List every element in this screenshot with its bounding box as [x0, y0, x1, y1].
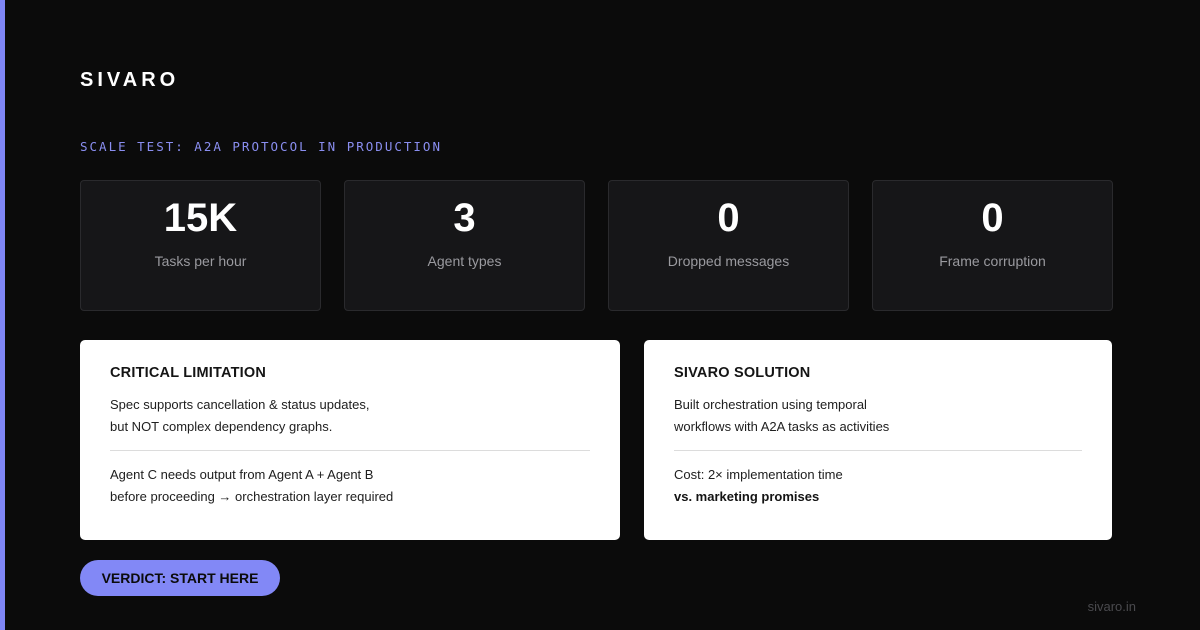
- card-text-line: before proceeding → orchestration layer …: [110, 489, 394, 504]
- card-text-line: but NOT complex dependency graphs.: [110, 419, 333, 434]
- stat-value: 0: [981, 196, 1004, 240]
- card-text-line: workflows with A2A tasks as activities: [674, 419, 890, 434]
- card-divider: [110, 450, 590, 451]
- stat-label: Agent types: [427, 253, 502, 269]
- stat-card-frame-corruption: 0 Frame corruption: [872, 180, 1113, 311]
- card-divider: [674, 450, 1082, 451]
- card-text-line: Cost: 2× implementation time: [674, 467, 843, 482]
- stat-label: Dropped messages: [667, 253, 790, 269]
- critical-limitation-card: CRITICAL LIMITATION Spec supports cancel…: [80, 340, 620, 540]
- stat-card-agent-types: 3 Agent types: [344, 180, 585, 311]
- stat-label: Frame corruption: [939, 253, 1046, 269]
- stat-value: 3: [453, 196, 476, 240]
- stat-value: 0: [717, 196, 740, 240]
- card-text-line: Spec supports cancellation & status upda…: [110, 397, 370, 412]
- card-text-line-emphasis: vs. marketing promises: [674, 489, 820, 504]
- stat-card-dropped-messages: 0 Dropped messages: [608, 180, 849, 311]
- solution-card: SIVARO SOLUTION Built orchestration usin…: [644, 340, 1112, 540]
- verdict-button[interactable]: VERDICT: START HERE: [80, 560, 280, 596]
- footer-url: sivaro.in: [1087, 599, 1136, 614]
- accent-bar: [0, 0, 5, 630]
- stats-row: 15K Tasks per hour 3 Agent types 0 Dropp…: [80, 180, 1113, 311]
- brand-logo-text: SIVARO: [80, 69, 180, 91]
- card-title: CRITICAL LIMITATION: [110, 365, 267, 381]
- card-text-line: Agent C needs output from Agent A + Agen…: [110, 467, 374, 482]
- stat-label: Tasks per hour: [154, 253, 247, 269]
- stat-card-tasks: 15K Tasks per hour: [80, 180, 321, 311]
- card-text-line: Built orchestration using temporal: [674, 397, 867, 412]
- page-subtitle: SCALE TEST: A2A PROTOCOL IN PRODUCTION: [80, 139, 442, 154]
- stat-value: 15K: [163, 196, 238, 240]
- card-title: SIVARO SOLUTION: [674, 365, 811, 381]
